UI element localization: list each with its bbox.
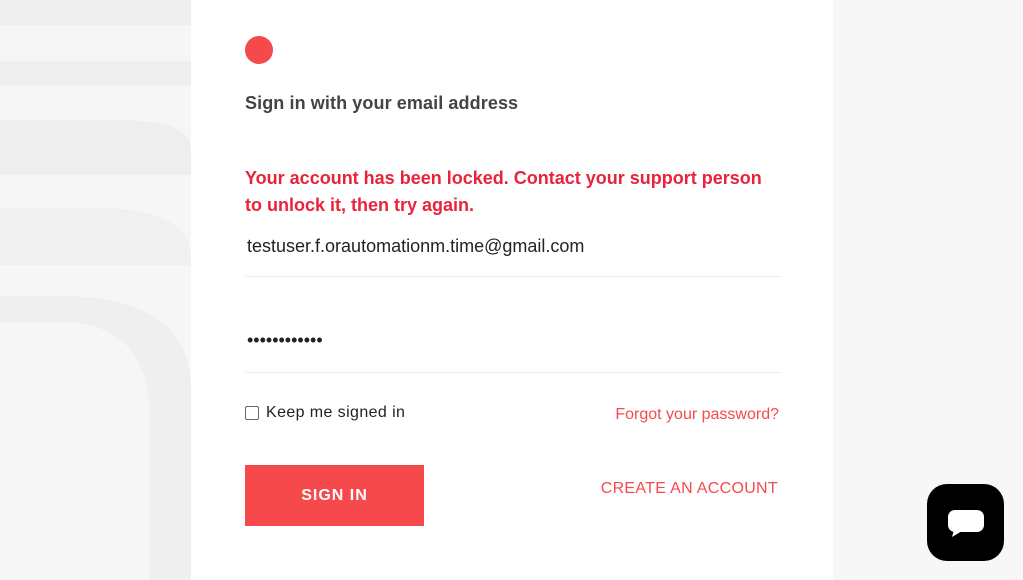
sign-in-button[interactable]: SIGN IN <box>245 465 424 526</box>
chat-button[interactable] <box>927 484 1004 561</box>
email-field-container <box>245 227 780 277</box>
keep-signed-in-label: Keep me signed in <box>266 404 406 421</box>
decorative-stripes <box>0 0 191 580</box>
error-message: Your account has been locked. Contact yo… <box>245 168 762 215</box>
keep-signed-in[interactable]: Keep me signed in <box>245 404 405 422</box>
forgot-password-link[interactable]: Forgot your password? <box>615 406 779 424</box>
keep-signed-in-checkbox[interactable] <box>245 406 259 420</box>
login-page: Sign in with your email address Your acc… <box>0 0 1023 580</box>
password-field[interactable] <box>245 322 777 358</box>
email-field[interactable] <box>245 227 777 265</box>
page-title: Sign in with your email address <box>245 93 519 113</box>
decorative-background <box>0 0 191 580</box>
password-field-container <box>245 322 780 373</box>
brand-logo <box>245 36 273 64</box>
chat-bubble-icon <box>947 509 984 537</box>
login-card: Sign in with your email address Your acc… <box>191 0 833 580</box>
create-account-link[interactable]: CREATE AN ACCOUNT <box>601 480 778 498</box>
